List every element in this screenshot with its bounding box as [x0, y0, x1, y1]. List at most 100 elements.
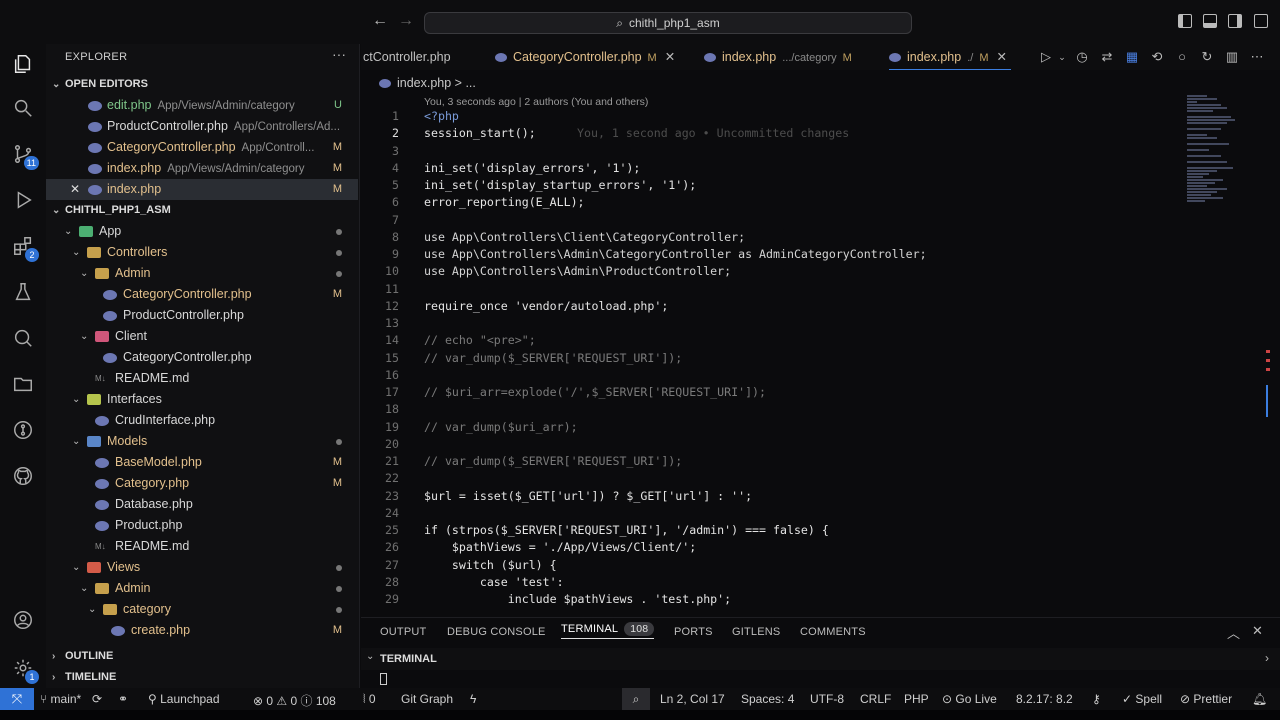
tree-folder[interactable]: ⌄ Client — [46, 326, 358, 347]
compare-changes-icon[interactable]: ⇄ — [1100, 50, 1114, 64]
php-version[interactable]: 8.2.17: 8.2 — [1016, 692, 1073, 706]
toggle-panel-icon[interactable] — [1203, 14, 1217, 28]
tree-folder[interactable]: ⌄ Admin — [46, 263, 358, 284]
tree-file[interactable]: ProductController.php — [46, 305, 358, 326]
encoding[interactable]: UTF-8 — [810, 692, 844, 706]
code-line[interactable]: 3 — [361, 143, 1261, 160]
zoom-icon[interactable]: ⌕ — [622, 688, 650, 710]
code-line[interactable]: 17 // $uri_arr=explode('/',$_SERVER['REQU… — [361, 384, 1261, 401]
git-icon[interactable] — [11, 418, 35, 442]
code-line[interactable]: 23 $url = isset($_GET['url']) ? $_GET['ur… — [361, 488, 1261, 505]
tree-file[interactable]: CrudInterface.php — [46, 410, 358, 431]
compare-icon[interactable]: ⚭ — [118, 692, 128, 706]
wrench-icon[interactable]: ⚷ — [1092, 692, 1101, 706]
code-line[interactable]: 2 session_start(); You, 1 second ago • Unc… — [361, 125, 1261, 142]
tree-folder[interactable]: ⌄ Admin — [46, 578, 358, 599]
tab-index-root[interactable]: index.php ./ M ✕ — [889, 44, 1011, 70]
code-line[interactable]: 8 use App\Controllers\Client\CategoryCont… — [361, 229, 1261, 246]
code-line[interactable]: 13 — [361, 315, 1261, 332]
ports-indicator[interactable]: ⦚ 0 — [363, 692, 376, 707]
remote-indicator-icon[interactable]: ⤧ — [0, 688, 34, 710]
problems-indicator[interactable]: ⊗ 0 ⚠ 0 ⓘ 108 — [253, 692, 336, 709]
terminal-output[interactable] — [361, 670, 1280, 688]
timeline-section[interactable]: › TIMELINE — [46, 667, 358, 688]
open-editor-item[interactable]: ProductController.php App/Controllers/Ad.… — [46, 116, 358, 137]
remote-explorer-icon[interactable] — [11, 326, 35, 350]
indentation[interactable]: Spaces: 4 — [741, 692, 794, 706]
code-editor[interactable]: index.php > ... You, 3 seconds ago | 2 a… — [361, 70, 1280, 616]
end-of-line[interactable]: CRLF — [860, 692, 891, 706]
tree-folder[interactable]: ⌄ Interfaces — [46, 389, 358, 410]
language-mode[interactable]: PHP — [904, 692, 929, 706]
toggle-secondary-sidebar-icon[interactable] — [1228, 14, 1242, 28]
open-changes-icon[interactable]: ⟲ — [1150, 50, 1164, 64]
tab-terminal[interactable]: TERMINAL 108 — [561, 622, 655, 639]
tree-file[interactable]: M↓ README.md — [46, 368, 358, 389]
code-line[interactable]: 20 — [361, 436, 1261, 453]
more-actions-icon[interactable]: ⋯ — [1250, 50, 1264, 64]
tree-folder[interactable]: ⌄ App — [46, 221, 358, 242]
tree-file[interactable]: Product.php — [46, 515, 358, 536]
outline-section[interactable]: › OUTLINE — [46, 646, 358, 667]
command-center-search[interactable]: ⌕ chithl_php1_asm — [424, 12, 912, 34]
branch-indicator[interactable]: ⑂ main* — [40, 692, 81, 706]
code-line[interactable]: 29 include $pathViews . 'test.php'; — [361, 591, 1261, 608]
forward-arrow-icon[interactable]: → — [398, 12, 414, 30]
github-icon[interactable] — [11, 464, 35, 488]
search-icon[interactable] — [11, 96, 35, 120]
breadcrumb[interactable]: index.php > ... — [379, 76, 476, 90]
tree-file[interactable]: CategoryController.php — [46, 347, 358, 368]
tree-file[interactable]: M↓ README.md — [46, 536, 358, 557]
tree-file[interactable]: create.php M — [46, 620, 358, 641]
run-icon[interactable]: ▷ — [1039, 50, 1053, 64]
code-line[interactable]: 22 — [361, 470, 1261, 487]
code-line[interactable]: 21 // var_dump($_SERVER['REQUEST_URI']); — [361, 453, 1261, 470]
close-icon[interactable]: ✕ — [665, 50, 675, 64]
tab-output[interactable]: OUTPUT — [380, 626, 426, 638]
tab-productcontroller[interactable]: ctController.php — [363, 44, 451, 70]
testing-icon[interactable] — [11, 280, 35, 304]
code-line[interactable]: 16 — [361, 367, 1261, 384]
timeline-history-icon[interactable]: ◷ — [1075, 50, 1089, 64]
close-panel-icon[interactable]: ✕ — [1252, 623, 1263, 639]
code-line[interactable]: 25 if (strpos($_SERVER['REQUEST_URI'], '/… — [361, 522, 1261, 539]
code-line[interactable]: 26 $pathViews = './App/Views/Client/'; — [361, 539, 1261, 556]
code-line[interactable]: 1 <?php — [361, 108, 1261, 125]
open-editor-item-active[interactable]: ✕ index.php M — [46, 179, 358, 200]
go-live-item[interactable]: ⊙ Go Live — [942, 692, 997, 706]
code-line[interactable]: 28 case 'test': — [361, 574, 1261, 591]
open-editor-item[interactable]: CategoryController.php App/Controll... M — [46, 137, 358, 158]
open-editor-item[interactable]: edit.php App/Views/Admin/category U — [46, 95, 358, 116]
folder-icon[interactable] — [11, 372, 35, 396]
notifications-bell-icon[interactable]: 🔔︎ — [1252, 692, 1267, 706]
code-line[interactable]: 4 ini_set('display_errors', '1'); — [361, 160, 1261, 177]
tab-gitlens[interactable]: GITLENS — [732, 626, 780, 638]
code-line[interactable]: 11 — [361, 281, 1261, 298]
explorer-more-actions[interactable]: ··· — [332, 46, 346, 62]
code-line[interactable]: 15 // var_dump($_SERVER['REQUEST_URI']); — [361, 350, 1261, 367]
next-revision-icon[interactable]: ↻ — [1200, 50, 1214, 64]
code-line[interactable]: 12 require_once 'vendor/autoload.php'; — [361, 298, 1261, 315]
close-icon[interactable]: ✕ — [997, 50, 1007, 64]
code-line[interactable]: 7 — [361, 212, 1261, 229]
tree-folder[interactable]: ⌄ Controllers — [46, 242, 358, 263]
launchpad-item[interactable]: ⚲ Launchpad — [148, 692, 220, 706]
cursor-position[interactable]: Ln 2, Col 17 — [660, 692, 725, 706]
open-editor-item[interactable]: index.php App/Views/Admin/category M — [46, 158, 358, 179]
code-line[interactable]: 9 use App\Controllers\Admin\CategoryContr… — [361, 246, 1261, 263]
tree-file[interactable]: CategoryController.php M — [46, 284, 358, 305]
tree-file[interactable]: BaseModel.php M — [46, 452, 358, 473]
open-editors-section[interactable]: ⌄ OPEN EDITORS — [46, 74, 358, 95]
tab-debug-console[interactable]: DEBUG CONSOLE — [447, 626, 546, 638]
codelens-blame[interactable]: You, 3 seconds ago | 2 authors (You and … — [424, 96, 648, 108]
previous-revision-icon[interactable]: ○ — [1175, 50, 1189, 64]
tab-comments[interactable]: COMMENTS — [800, 626, 866, 638]
manage-gear-icon[interactable]: 1 — [11, 656, 39, 684]
code-line[interactable]: 14 // echo "<pre>"; — [361, 332, 1261, 349]
chevron-down-icon[interactable]: ⌄ — [1055, 50, 1069, 64]
terminal-header[interactable]: ⌄ TERMINAL › — [361, 648, 1280, 670]
lightning-icon[interactable]: ϟ — [470, 692, 476, 706]
split-editor-icon[interactable]: ▥ — [1225, 50, 1239, 64]
code-line[interactable]: 5 ini_set('display_startup_errors', '1'); — [361, 177, 1261, 194]
tab-ports[interactable]: PORTS — [674, 626, 713, 638]
